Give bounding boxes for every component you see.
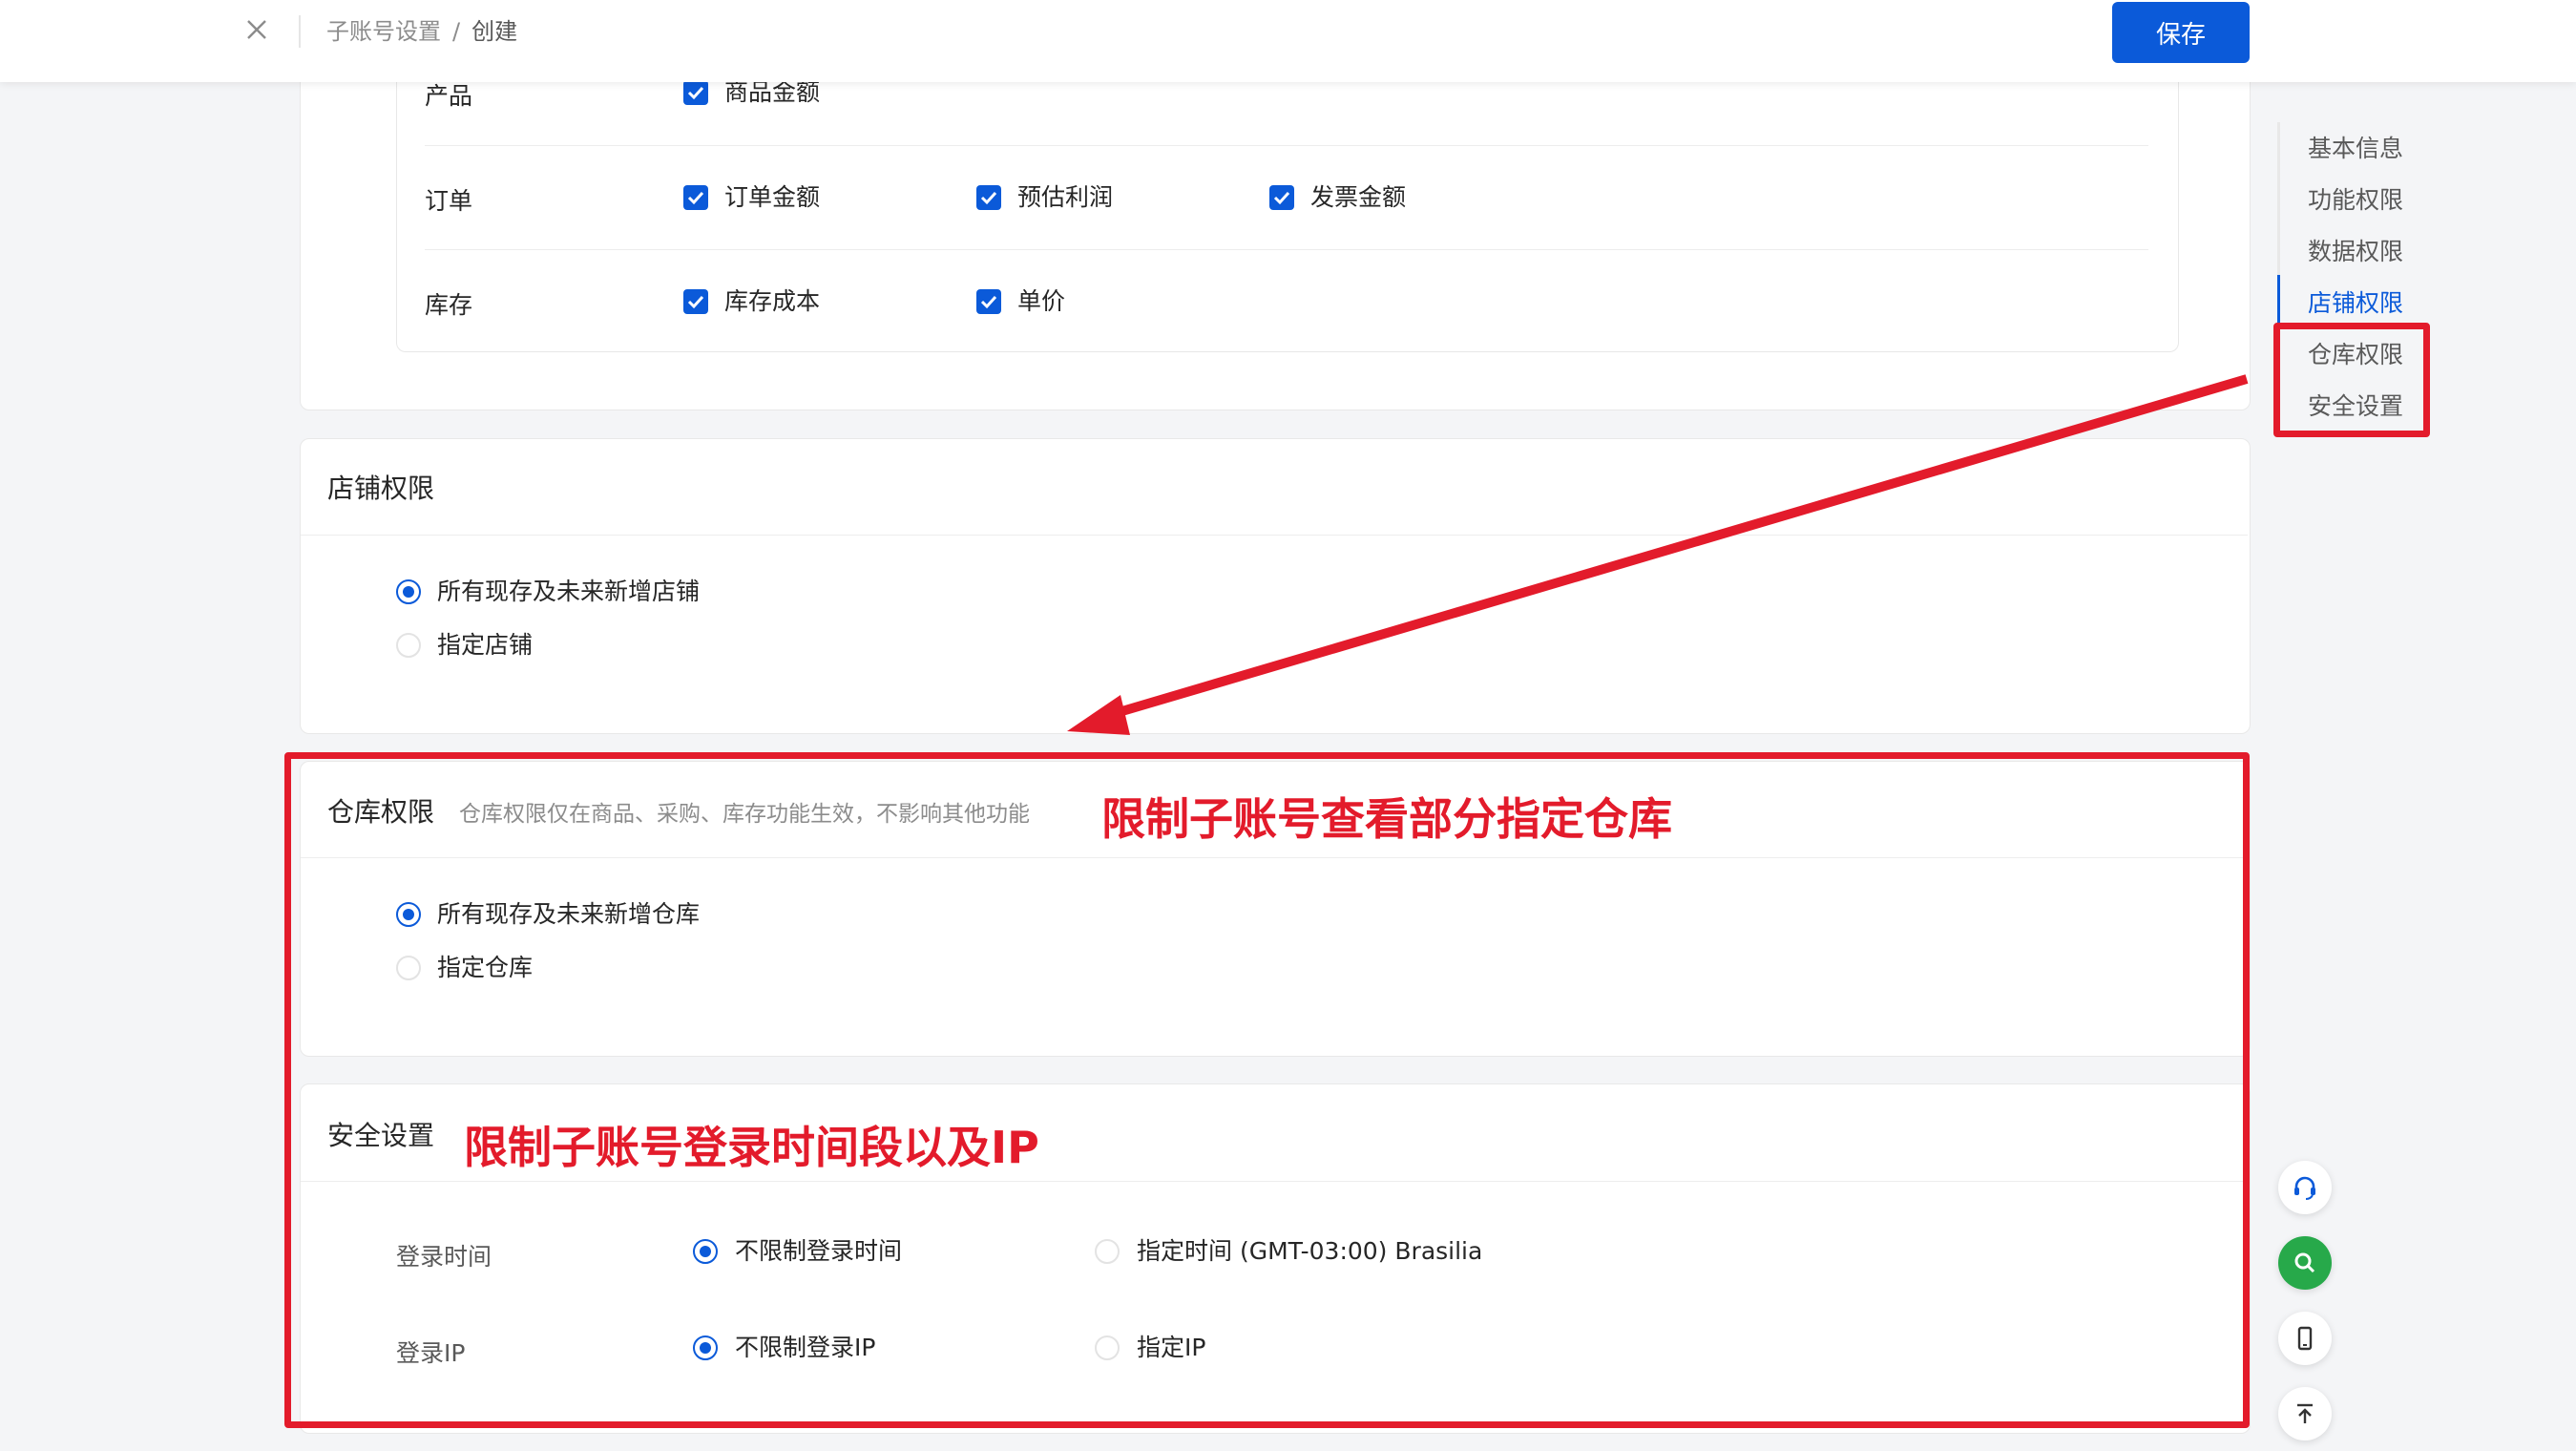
annotation-arrow-head bbox=[1067, 695, 1130, 735]
breadcrumb-parent[interactable]: 子账号设置 bbox=[326, 18, 441, 45]
breadcrumb-separator: / bbox=[452, 18, 461, 45]
breadcrumb: 子账号设置 / 创建 bbox=[326, 14, 517, 49]
top-divider bbox=[299, 15, 301, 48]
breadcrumb-current: 创建 bbox=[471, 18, 518, 45]
annotation-security-note: 限制子账号登录时间段以及IP bbox=[464, 1122, 1039, 1173]
annotation-warehouse-note: 限制子账号查看部分指定仓库 bbox=[1101, 793, 1672, 845]
top-bar: 子账号设置 / 创建 保存 bbox=[0, 0, 2576, 82]
annotation-arrow-line bbox=[1098, 374, 2249, 723]
annotation-box-sections bbox=[284, 752, 2250, 1428]
close-icon[interactable] bbox=[242, 15, 271, 44]
save-button[interactable]: 保存 bbox=[2112, 2, 2250, 63]
